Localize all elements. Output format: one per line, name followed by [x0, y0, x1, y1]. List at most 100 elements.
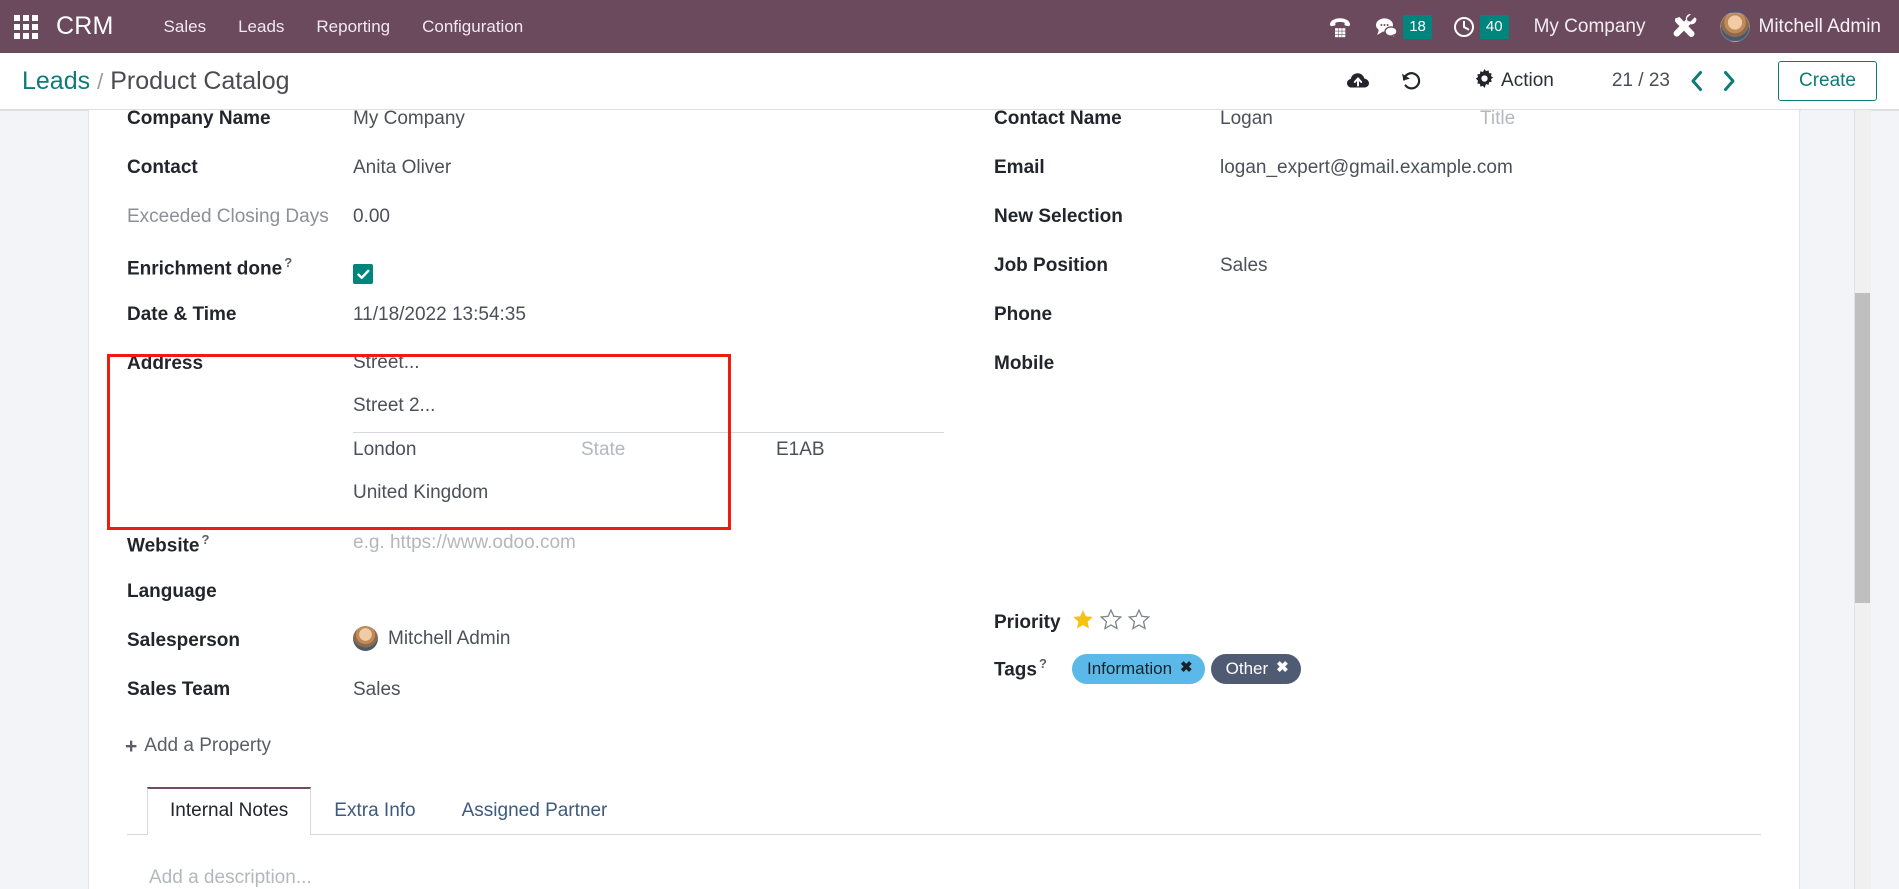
- remove-tag-icon[interactable]: ✖: [1180, 659, 1193, 678]
- field-value[interactable]: Anita Oliver: [353, 150, 944, 179]
- control-panel: Leads / Product Catalog Action 21 / 23 C…: [0, 53, 1899, 110]
- field-value: [353, 248, 944, 286]
- remove-tag-icon[interactable]: ✖: [1276, 659, 1289, 678]
- field-contact-name: Contact Name Logan Title: [994, 110, 1761, 150]
- tag-information[interactable]: Information ✖: [1072, 654, 1205, 685]
- user-menu[interactable]: Mitchell Admin: [1710, 8, 1890, 46]
- field-label: Mobile: [994, 353, 1055, 374]
- help-icon[interactable]: ?: [1039, 656, 1047, 671]
- phone-input[interactable]: [1220, 297, 1761, 304]
- top-navbar: CRM Sales Leads Reporting Configuration: [0, 0, 1899, 53]
- address-zip-input[interactable]: E1AB: [776, 439, 825, 461]
- messages-icon[interactable]: 18: [1364, 11, 1441, 43]
- chevron-left-icon[interactable]: [1682, 68, 1711, 94]
- field-label-text: Website: [127, 535, 200, 557]
- help-icon[interactable]: ?: [284, 255, 292, 270]
- star-2-empty-icon[interactable]: [1099, 608, 1123, 636]
- tag-list: Information ✖ Other ✖: [1072, 649, 1761, 685]
- pager-count: 21 / 23: [1611, 70, 1670, 91]
- field-value[interactable]: 11/18/2022 13:54:35: [353, 297, 944, 326]
- field-job-position: Job Position Sales: [994, 248, 1761, 297]
- address-country-input[interactable]: United Kingdom: [353, 476, 944, 519]
- field-label: Sales Team: [127, 679, 231, 700]
- job-position-input[interactable]: Sales: [1220, 248, 1761, 277]
- field-label: Priority: [994, 612, 1061, 633]
- add-a-property-button[interactable]: + Add a Property: [125, 735, 271, 757]
- field-value[interactable]: My Company: [353, 110, 944, 130]
- breadcrumb-current: Product Catalog: [110, 66, 290, 95]
- field-company-name: Company Name My Company: [127, 110, 944, 150]
- mobile-input[interactable]: [1220, 346, 1761, 353]
- activities-clock-icon[interactable]: 40: [1443, 11, 1518, 43]
- enrichment-done-checkbox[interactable]: [353, 264, 373, 284]
- form-sheet: Company Name My Company Contact Anita Ol…: [88, 110, 1800, 889]
- form-column-left: Company Name My Company Contact Anita Ol…: [125, 110, 944, 757]
- salesperson-value[interactable]: Mitchell Admin: [353, 623, 944, 651]
- scrollbar-thumb[interactable]: [1855, 293, 1870, 603]
- nav-menu-sales[interactable]: Sales: [148, 11, 223, 43]
- tag-other[interactable]: Other ✖: [1210, 654, 1301, 685]
- nav-menu-leads[interactable]: Leads: [222, 11, 300, 43]
- add-property-label: Add a Property: [144, 735, 272, 756]
- user-avatar: [353, 626, 378, 651]
- action-menu-button[interactable]: Action: [1459, 63, 1570, 100]
- field-email: Email logan_expert@gmail.example.com: [994, 150, 1761, 199]
- tab-extra-info[interactable]: Extra Info: [311, 787, 438, 835]
- contact-title-input[interactable]: Title: [1480, 110, 1515, 130]
- field-enrichment-done: Enrichment done?: [127, 248, 944, 297]
- vertical-scrollbar[interactable]: [1854, 110, 1871, 889]
- star-3-empty-icon[interactable]: [1127, 608, 1151, 636]
- form-column-right: Contact Name Logan Title Email logan_exp…: [944, 110, 1761, 757]
- field-mobile: Mobile: [994, 346, 1761, 395]
- field-label: New Selection: [994, 206, 1123, 227]
- tag-label: Other: [1225, 659, 1269, 678]
- apps-grid-icon[interactable]: [14, 14, 38, 39]
- address-block: Street... Street 2... London State E1AB …: [353, 346, 944, 519]
- new-selection-input[interactable]: [1220, 199, 1761, 206]
- address-street-input[interactable]: Street...: [353, 346, 944, 389]
- address-state-input[interactable]: State: [581, 439, 776, 461]
- field-new-selection: New Selection: [994, 199, 1761, 248]
- star-1-filled-icon[interactable]: [1072, 609, 1094, 636]
- field-value: 0.00: [353, 206, 390, 227]
- email-input[interactable]: logan_expert@gmail.example.com: [1220, 150, 1761, 179]
- create-button[interactable]: Create: [1777, 61, 1877, 101]
- field-label-text: Enrichment done: [127, 258, 283, 280]
- app-brand-crm[interactable]: CRM: [56, 12, 114, 41]
- sales-team-value[interactable]: Sales: [353, 672, 944, 701]
- field-tags: Tags? Information ✖ Other ✖: [994, 649, 1761, 693]
- website-input[interactable]: e.g. https://www.odoo.com: [353, 525, 944, 554]
- tab-assigned-partner[interactable]: Assigned Partner: [439, 787, 631, 835]
- page-body: Company Name My Company Contact Anita Ol…: [0, 110, 1899, 889]
- right-column-spacer: [994, 395, 1761, 605]
- contact-name-input[interactable]: Logan: [1220, 110, 1480, 130]
- field-label: Job Position: [994, 255, 1108, 276]
- notebook-page-internal-notes: Add a description...: [127, 835, 1761, 889]
- field-date-time: Date & Time 11/18/2022 13:54:35: [127, 297, 944, 346]
- nav-menu-configuration[interactable]: Configuration: [406, 11, 539, 43]
- chevron-right-icon[interactable]: [1715, 68, 1744, 94]
- breadcrumb-item-leads[interactable]: Leads: [22, 67, 90, 96]
- tools-wrench-icon[interactable]: [1662, 10, 1708, 44]
- avatar: [1719, 11, 1750, 42]
- notebook: Internal Notes Extra Info Assigned Partn…: [127, 787, 1761, 889]
- voip-phone-icon[interactable]: [1318, 11, 1362, 43]
- description-textarea[interactable]: Add a description...: [149, 867, 1739, 889]
- company-switcher[interactable]: My Company: [1520, 11, 1660, 43]
- field-label: Address: [127, 353, 204, 374]
- field-label: Language: [127, 581, 217, 602]
- nav-menu-reporting[interactable]: Reporting: [300, 11, 406, 43]
- field-label: Salesperson: [127, 630, 240, 651]
- address-city-input[interactable]: London: [353, 439, 581, 461]
- cloud-upload-save-icon[interactable]: [1332, 64, 1385, 98]
- messages-badge: 18: [1403, 14, 1432, 39]
- tag-label: Information: [1087, 659, 1173, 678]
- help-icon[interactable]: ?: [202, 532, 210, 547]
- gear-icon: [1475, 68, 1494, 94]
- address-street2-input[interactable]: Street 2...: [353, 389, 944, 432]
- activities-badge: 40: [1479, 14, 1509, 39]
- field-label: Tags?: [994, 649, 1072, 681]
- language-input[interactable]: [353, 574, 944, 581]
- undo-discard-icon[interactable]: [1385, 64, 1437, 98]
- tab-internal-notes[interactable]: Internal Notes: [147, 787, 312, 835]
